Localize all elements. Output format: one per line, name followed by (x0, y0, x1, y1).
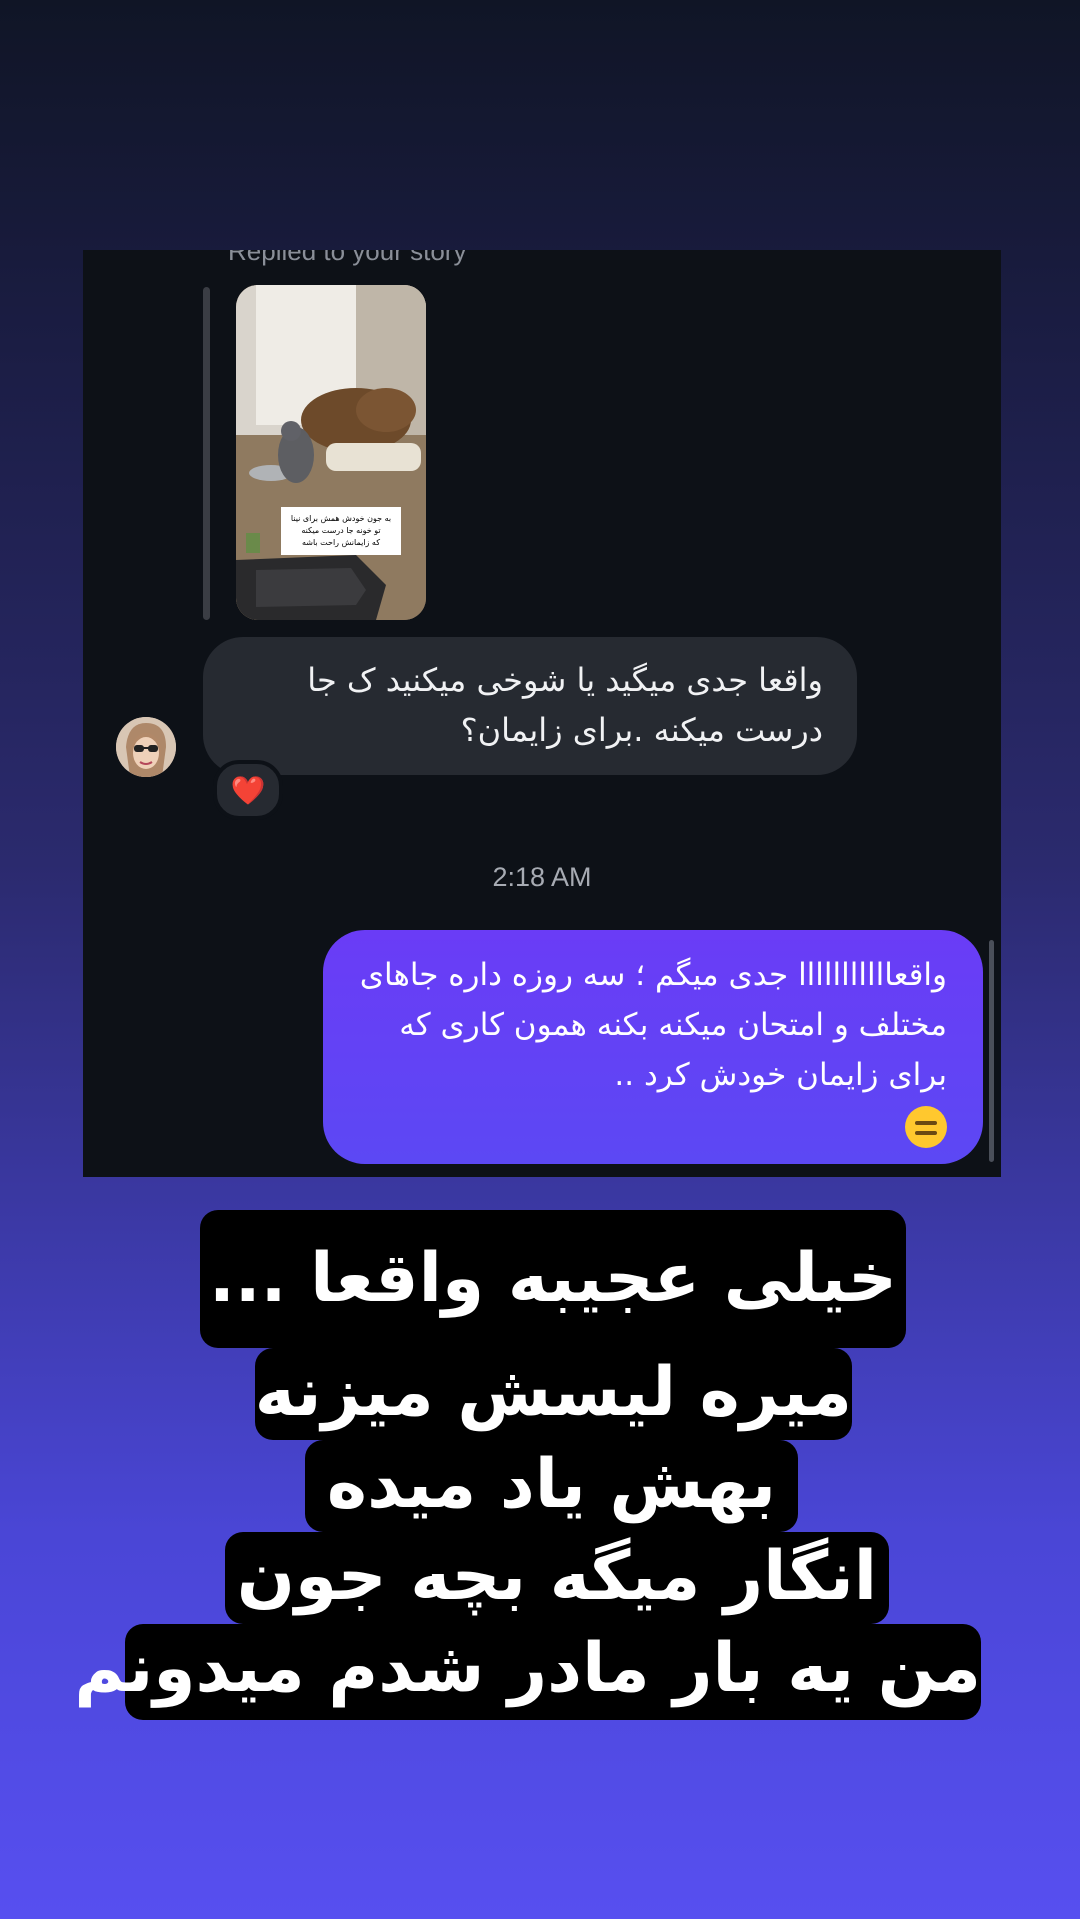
caption-line-5: من یه بار مادر شدم میدونم (74, 1624, 981, 1720)
story-image: به جون خودش همش برای نینا تو خونه جا درس… (236, 285, 426, 620)
replied-to-story-label: Replied to your story (228, 250, 467, 266)
caption-line-1: خیلی عجیبه واقعا ... (200, 1210, 906, 1348)
caption-line-3: بهش یاد میده (305, 1440, 798, 1532)
incoming-message-bubble[interactable]: واقعا جدی میگید یا شوخی میکنید ک جا درست… (203, 637, 857, 775)
heart-reaction[interactable]: ❤️ (213, 760, 283, 820)
outgoing-message-bubble[interactable]: واقعااااااااااا جدی میگم ؛ سه روزه داره … (323, 930, 983, 1164)
svg-text:به جون خودش همش برای نینا: به جون خودش همش برای نینا (291, 514, 391, 523)
sender-avatar[interactable] (116, 717, 176, 777)
caption-line-2: میره لیسش میزنه (255, 1348, 852, 1440)
dm-screenshot: Replied to your story به جون خودش همش بر… (83, 250, 1001, 1177)
outgoing-message-text: واقعااااااااااا جدی میگم ؛ سه روزه داره … (359, 957, 947, 1093)
chat-scrollbar[interactable] (989, 940, 994, 1162)
story-thumbnail[interactable]: به جون خودش همش برای نینا تو خونه جا درس… (236, 285, 426, 620)
reply-indicator-bar (203, 287, 210, 620)
message-timestamp: 2:18 AM (492, 862, 592, 892)
expressionless-face-icon (905, 1105, 947, 1148)
svg-text:که زایمانش راحت باشه: که زایمانش راحت باشه (302, 538, 380, 547)
svg-text:تو خونه جا درست میکنه: تو خونه جا درست میکنه (301, 526, 380, 535)
caption-line-4: انگار میگه بچه جون (225, 1532, 889, 1624)
avatar-image (116, 717, 176, 777)
